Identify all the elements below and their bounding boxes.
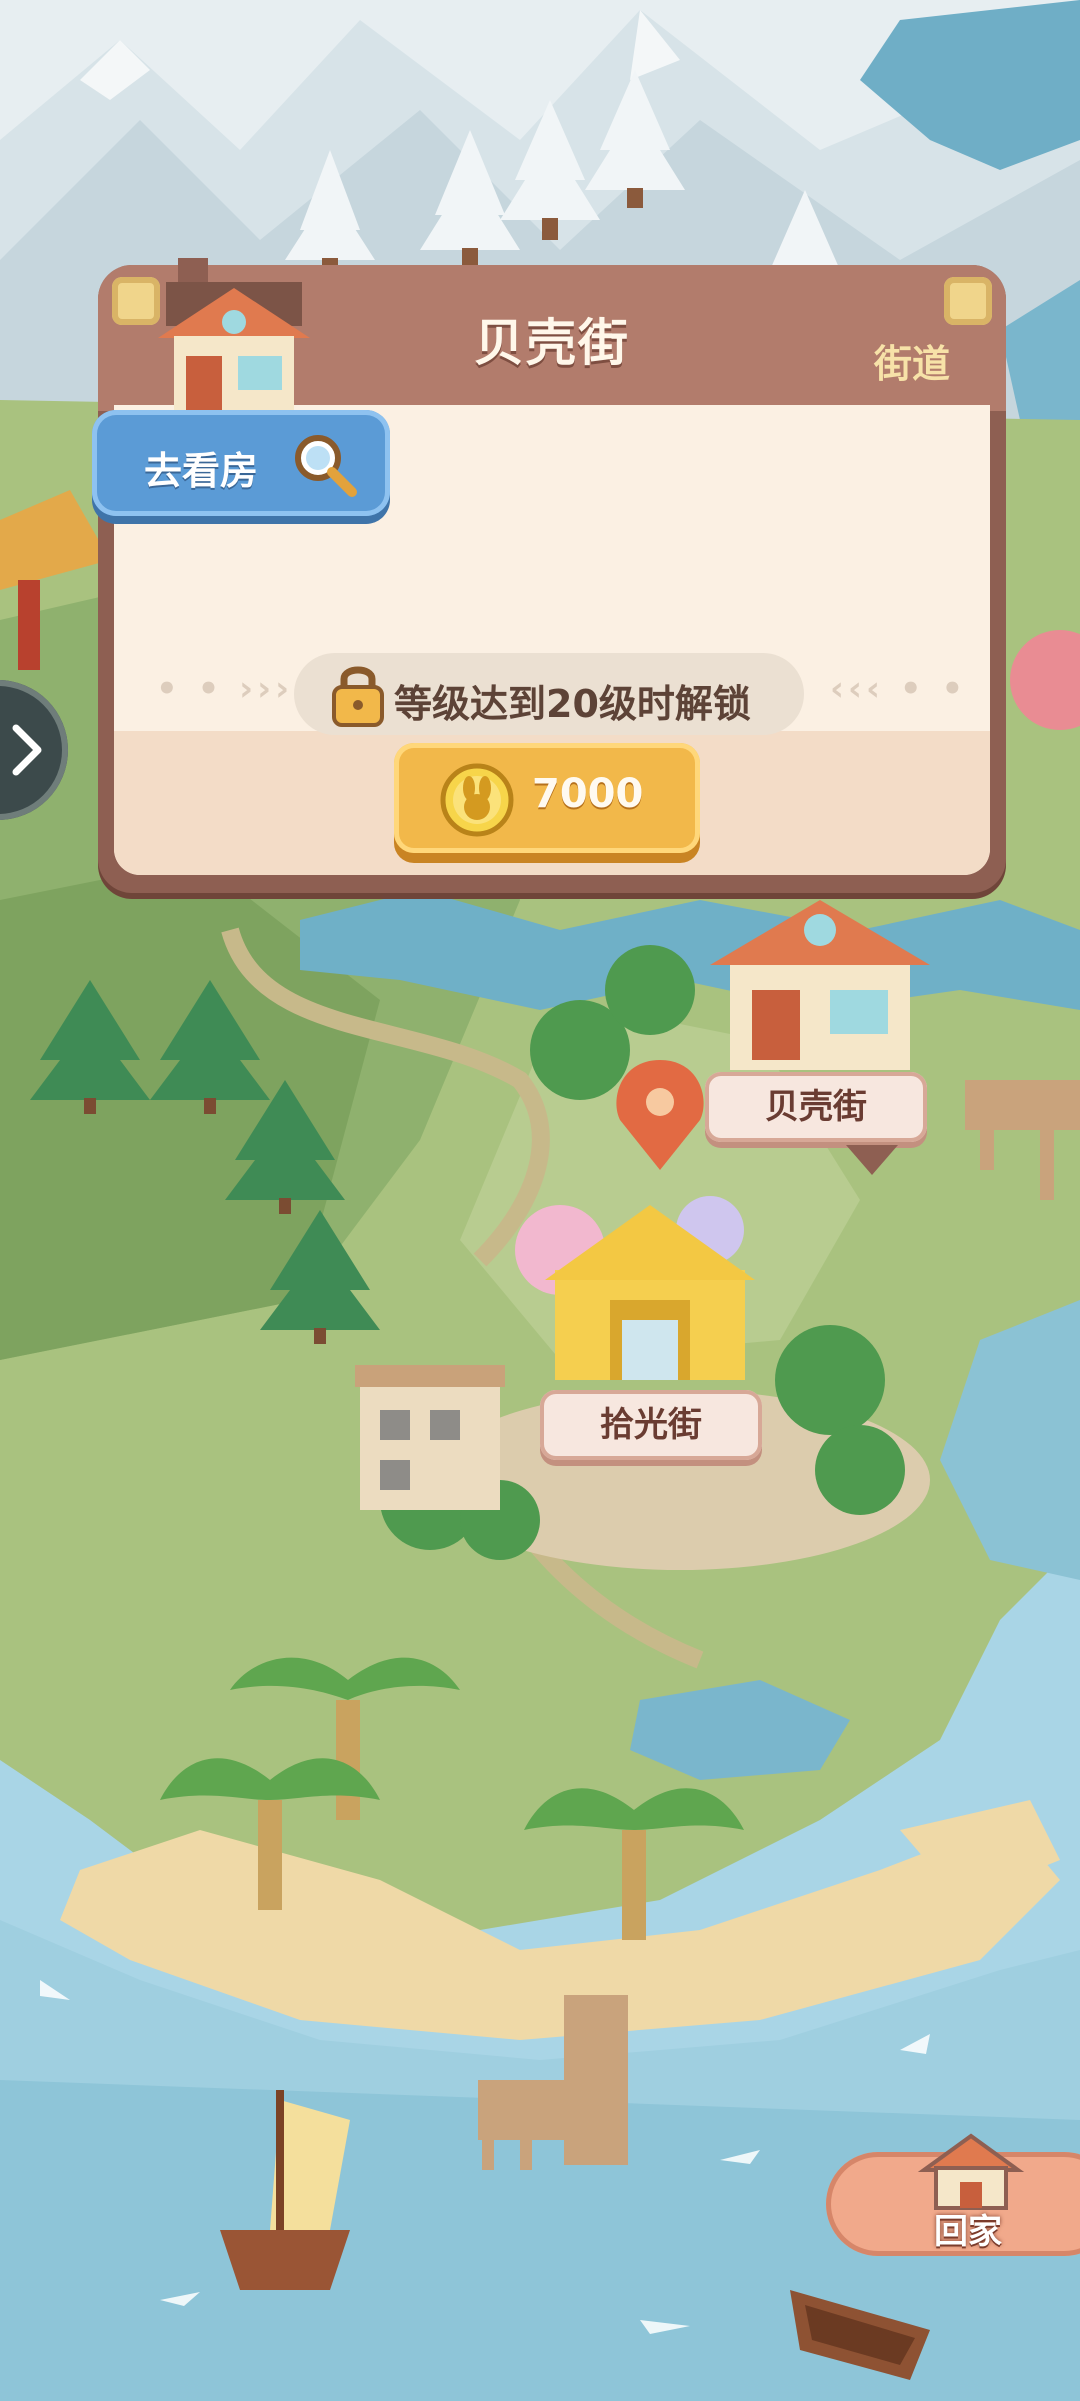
lock-icon	[332, 666, 384, 727]
right-chevrons-decoration: ‹‹‹ • •	[830, 669, 968, 709]
purchase-price: 7000	[532, 771, 644, 817]
apartment-building	[355, 1365, 505, 1510]
left-chevrons-decoration: • • ›››	[156, 669, 294, 709]
view-house-button[interactable]: 去看房	[92, 410, 390, 516]
popup-pointer	[846, 1145, 898, 1175]
rabbit-coin-icon	[440, 763, 514, 837]
chevron-right-icon	[12, 724, 42, 776]
go-home-label: 回家	[934, 2212, 1002, 2252]
popup-category-tag: 街道	[873, 342, 950, 386]
search-icon	[295, 435, 357, 497]
game-map-screen: 贝壳街 拾光街 贝壳街 街道 • • ››› ‹‹‹ • • 等级达到20级时解…	[0, 0, 1080, 2401]
map-label-shiguang-street[interactable]: 拾光街	[540, 1390, 762, 1460]
unlock-requirement-text: 等级达到20级时解锁	[394, 682, 751, 726]
go-home-button[interactable]: 回家	[826, 2133, 1080, 2256]
house-icon	[158, 258, 310, 414]
unlock-requirement: 等级达到20级时解锁	[294, 653, 804, 735]
map-label-shell-street[interactable]: 贝壳街	[705, 1072, 927, 1142]
view-house-label: 去看房	[144, 449, 259, 493]
house-icon	[917, 2133, 1025, 2210]
purchase-button[interactable]: 7000	[394, 743, 700, 853]
